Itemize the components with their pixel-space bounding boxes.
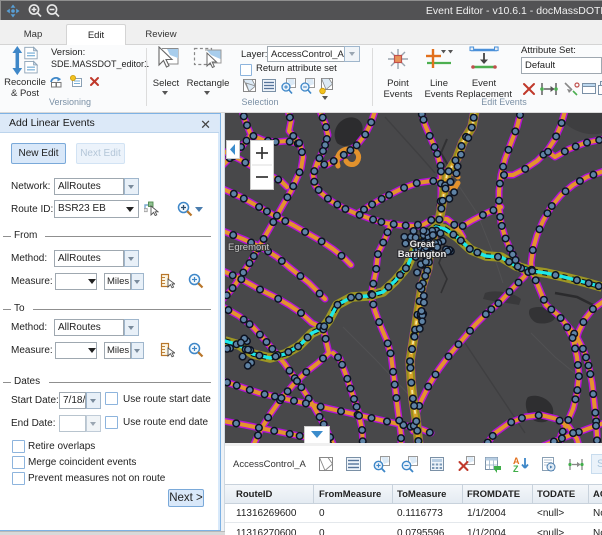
svg-text:Z: Z [513,464,519,473]
svg-text:Egremont: Egremont [228,242,270,253]
svg-text:Barrington: Barrington [398,249,447,260]
